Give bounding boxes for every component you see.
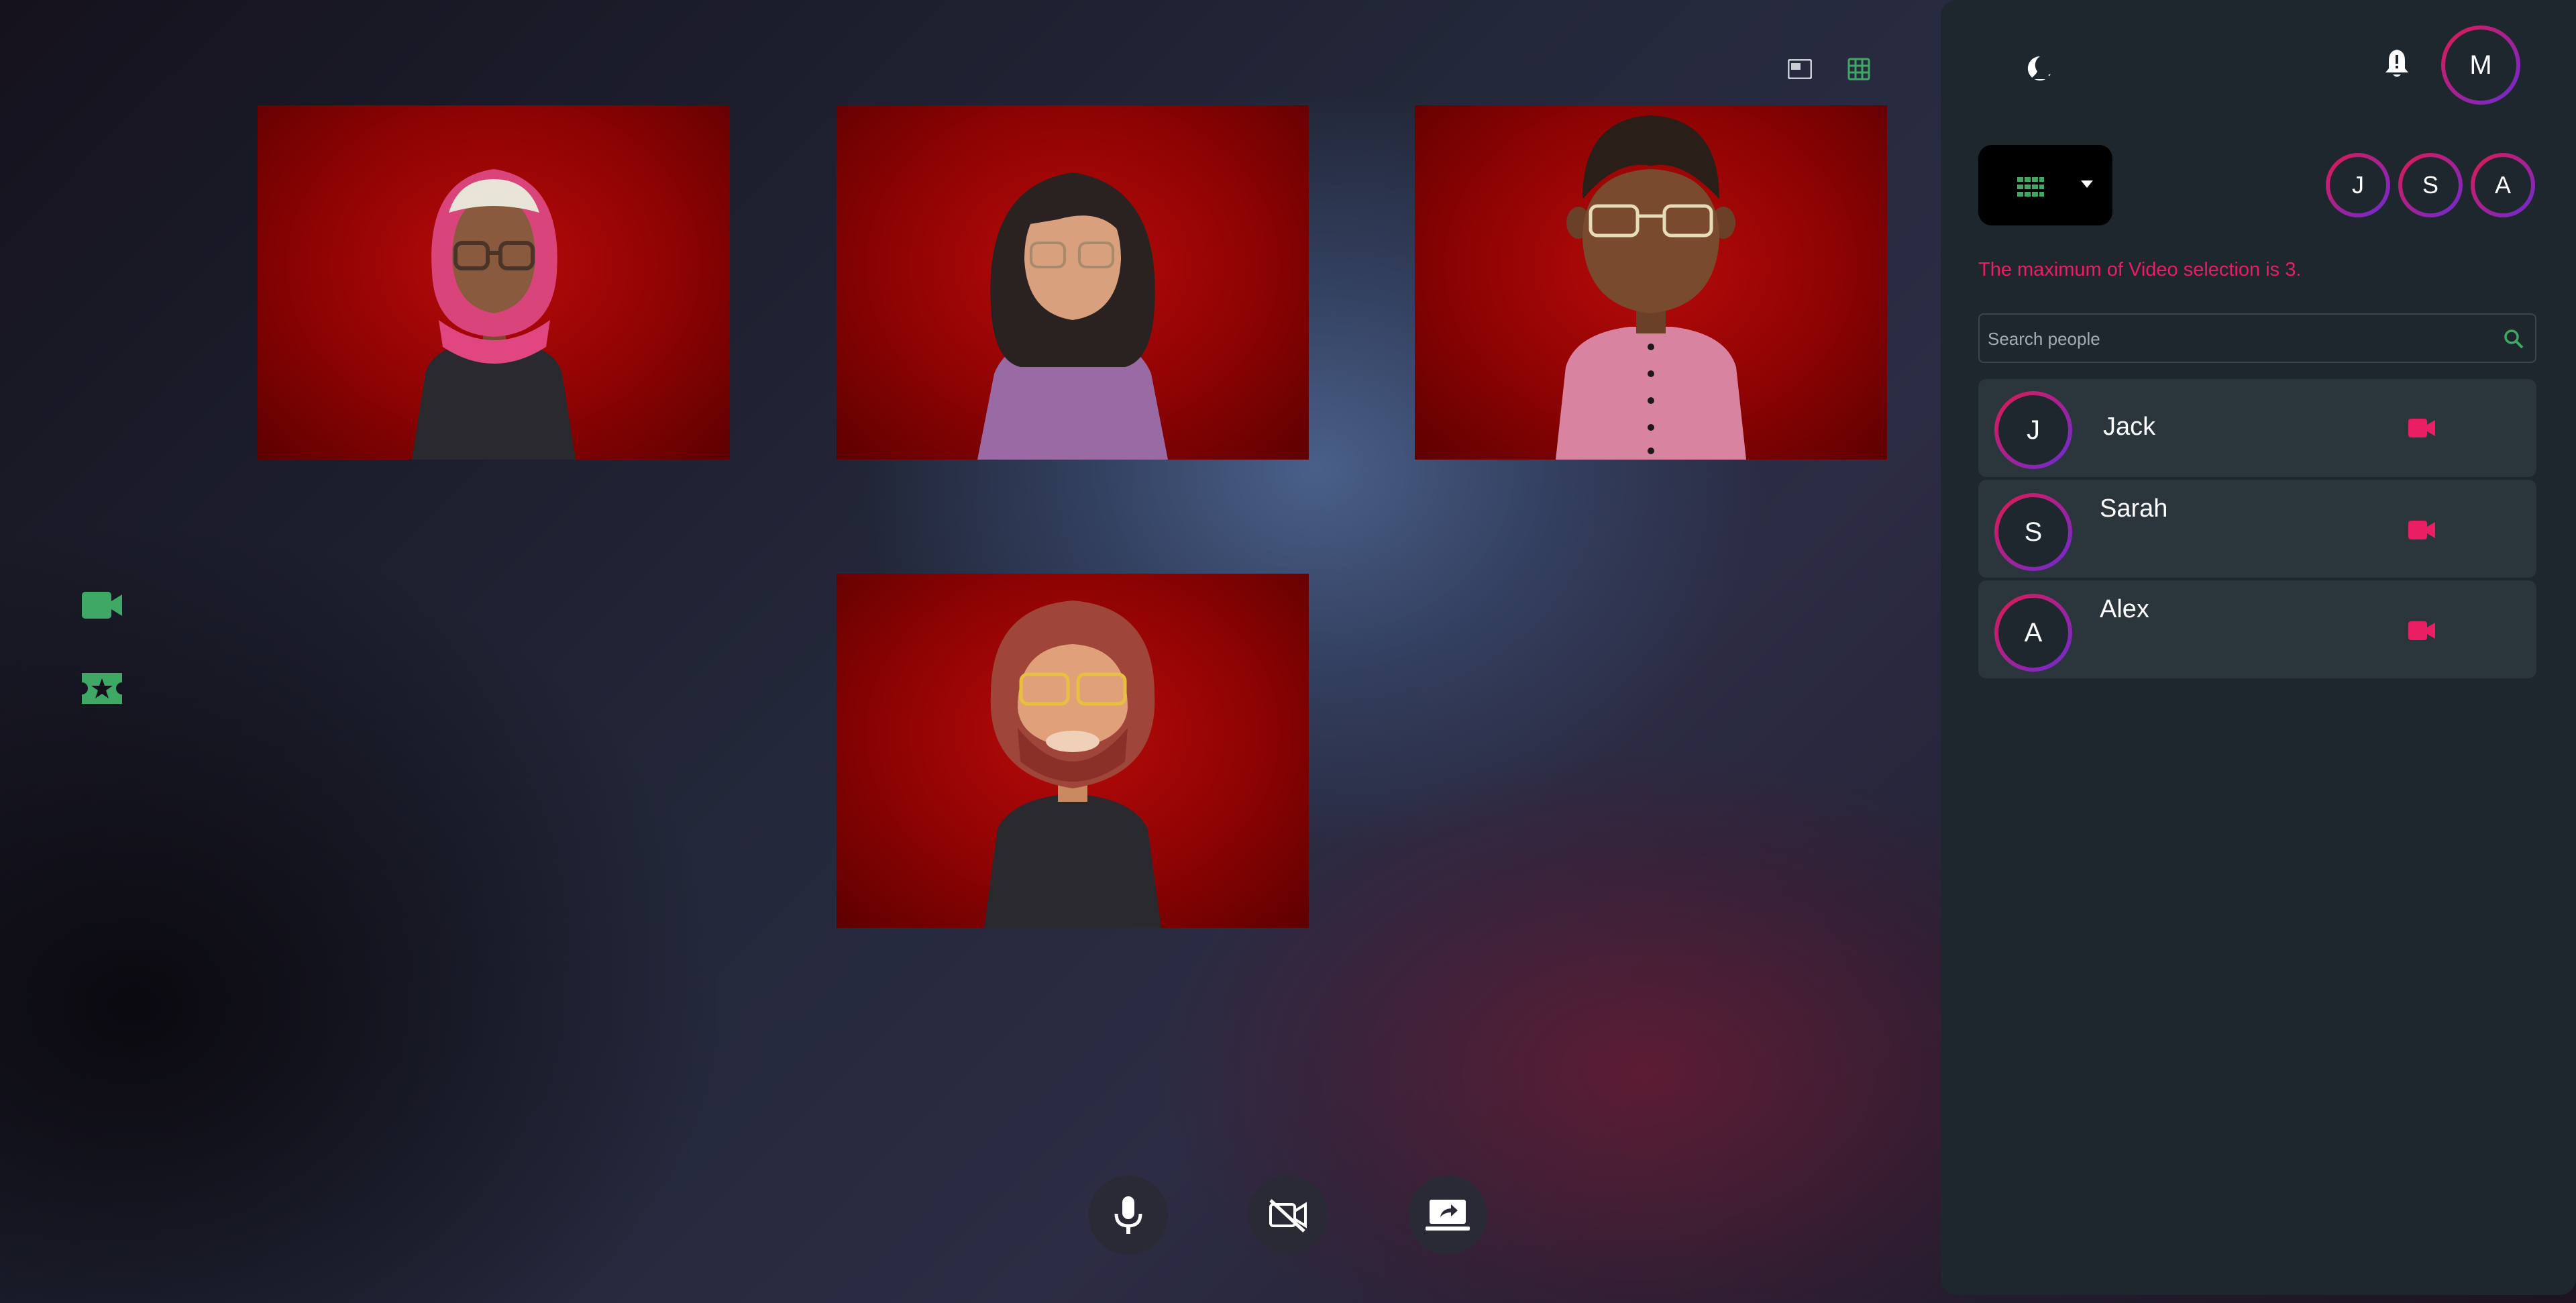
participant-video-tile[interactable] (258, 105, 730, 460)
grid-icon (2017, 177, 2044, 197)
participant-name: Sarah (2100, 494, 2168, 523)
video-tool-button[interactable] (78, 585, 126, 625)
participant-video-tile[interactable] (1415, 105, 1887, 460)
participant-avatar: J (1994, 391, 2072, 469)
participant-avatar: A (1994, 594, 2072, 672)
effects-tool-button[interactable] (78, 668, 126, 709)
participant-video-tile[interactable] (837, 574, 1309, 928)
user-avatar[interactable]: M (2441, 25, 2520, 105)
participant-list-item[interactable]: J Jack (1978, 379, 2536, 477)
video-camera-icon (2408, 621, 2435, 640)
video-off-icon (1269, 1199, 1307, 1233)
grid-layout-button[interactable] (1846, 58, 1872, 81)
avatar-man-beard (984, 601, 1161, 928)
user-initial: M (2445, 30, 2516, 101)
selected-participant-avatar: J (2326, 153, 2390, 217)
participants-panel: M J S A The maximum of Video selection i… (1941, 0, 2576, 1295)
participant-name: Alex (2100, 595, 2149, 623)
picture-in-picture-icon (1788, 59, 1812, 79)
selection-limit-warning: The maximum of Video selection is 3. (1978, 259, 2302, 280)
avatar-woman-hijab (412, 169, 576, 460)
participant-name: Jack (2103, 413, 2156, 441)
search-input[interactable] (1986, 315, 2499, 363)
participant-video-toggle[interactable] (2408, 619, 2436, 642)
grid-icon (1847, 58, 1870, 81)
participant-avatar: S (1994, 493, 2072, 571)
video-camera-icon (2408, 419, 2435, 437)
search-box (1978, 313, 2536, 363)
participant-list-item[interactable]: A Alex (1978, 580, 2536, 678)
moon-icon (2027, 56, 2051, 81)
bell-alert-icon (2385, 50, 2408, 77)
microphone-icon (1114, 1196, 1142, 1234)
camera-toggle-button[interactable] (1248, 1176, 1328, 1255)
video-camera-icon (2408, 521, 2435, 539)
search-button[interactable] (2503, 328, 2524, 350)
search-icon (2504, 329, 2524, 349)
participant-video-tile[interactable] (837, 105, 1309, 460)
video-camera-icon (82, 592, 122, 619)
view-mode-dropdown[interactable] (1978, 145, 2112, 225)
spotlight-layout-button[interactable] (1787, 58, 1813, 81)
participant-video-toggle[interactable] (2408, 417, 2436, 439)
selected-participant-avatar: A (2471, 153, 2535, 217)
ticket-star-icon (82, 673, 122, 704)
avatar-man-curly-hair (1556, 115, 1746, 460)
chevron-down-icon (2081, 180, 2093, 188)
participant-video-toggle[interactable] (2408, 519, 2436, 541)
share-screen-button[interactable] (1408, 1176, 1487, 1255)
theme-toggle-button[interactable] (2023, 52, 2055, 85)
screen-share-icon (1426, 1200, 1470, 1231)
avatar-woman-long-hair (977, 172, 1168, 460)
microphone-button[interactable] (1089, 1176, 1168, 1255)
notifications-button[interactable] (2383, 48, 2410, 79)
participant-list-item[interactable]: S Sarah (1978, 480, 2536, 578)
selected-participant-avatar: S (2398, 153, 2463, 217)
